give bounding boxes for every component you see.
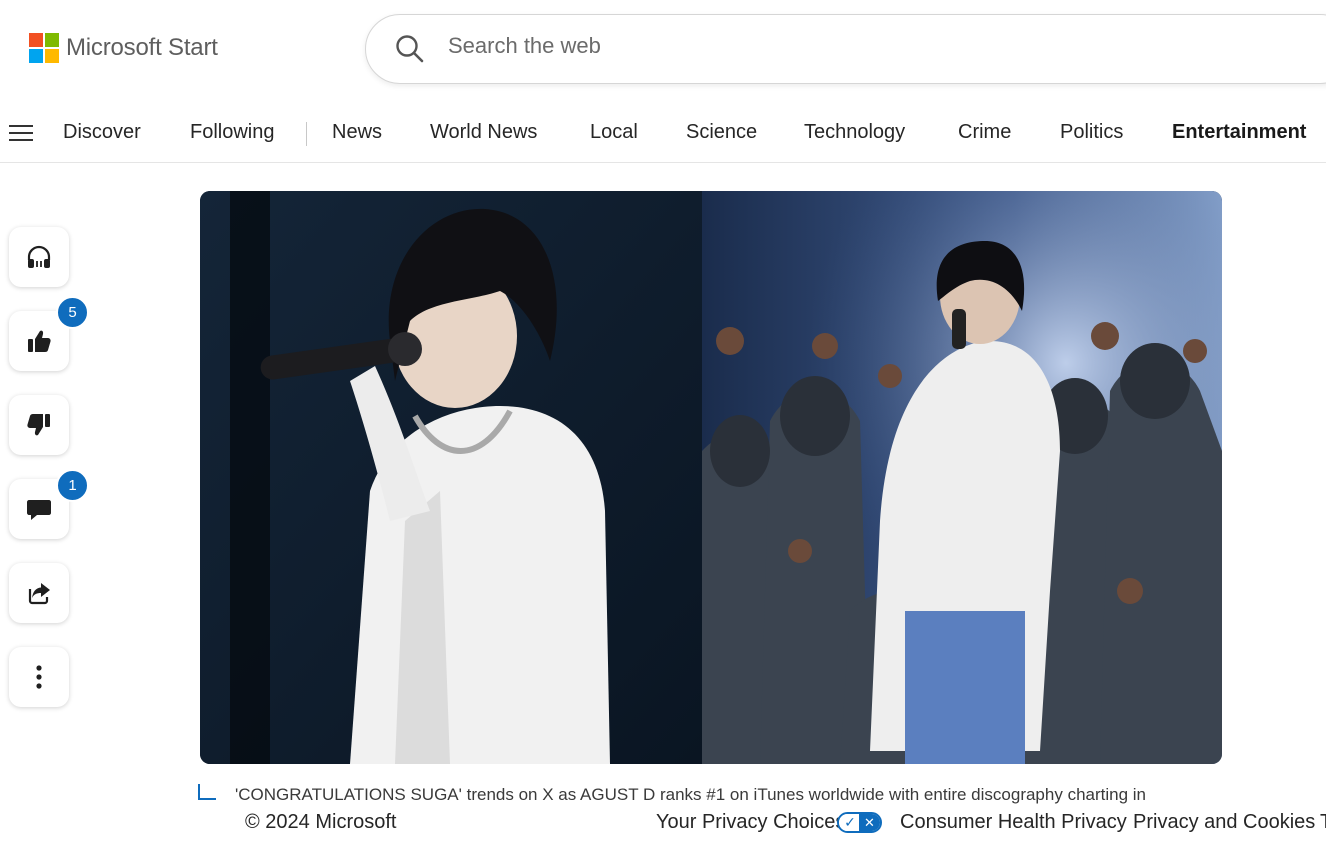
like-count-badge: 5 [56,296,89,329]
image-caption: 'CONGRATULATIONS SUGA' trends on X as AG… [198,784,1298,806]
nav-item-entertainment[interactable]: Entertainment [1172,121,1306,144]
privacy-choices-toggle-icon[interactable]: ✓ ✕ [837,812,882,833]
logo-text: Microsoft Start [66,34,218,61]
article-hero-image[interactable] [200,191,1222,764]
microsoft-start-logo[interactable]: Microsoft Start [29,33,218,63]
truncated-footer-link[interactable]: T [1320,811,1326,834]
share-button[interactable] [9,563,69,623]
nav-item-local[interactable]: Local [590,121,638,144]
thumbs-up-icon [28,330,51,352]
your-privacy-choices-link[interactable]: Your Privacy Choices [656,811,845,834]
nav-item-news[interactable]: News [332,121,382,144]
thumbs-down-icon [27,414,50,436]
comment-count-badge: 1 [56,469,89,502]
caption-text: 'CONGRATULATIONS SUGA' trends on X as AG… [235,785,1147,804]
hero-photo-collage [200,191,1222,764]
listen-button[interactable] [9,227,69,287]
more-vertical-icon [36,665,42,689]
nav-item-following[interactable]: Following [190,121,274,144]
copyright-text: © 2024 Microsoft [245,811,397,833]
nav-item-crime[interactable]: Crime [958,121,1011,144]
search-box[interactable] [365,14,1326,84]
comment-icon [27,500,51,520]
hamburger-menu-icon[interactable] [9,125,33,143]
share-icon [28,583,50,605]
consumer-health-privacy-link[interactable]: Consumer Health Privacy [900,811,1127,834]
header: Microsoft Start [0,0,1326,100]
search-icon[interactable] [394,33,426,65]
privacy-and-cookies-link[interactable]: Privacy and Cookies [1133,811,1315,834]
dislike-button[interactable] [9,395,69,455]
more-options-button[interactable] [9,647,69,707]
nav-item-world-news[interactable]: World News [430,121,537,144]
category-nav: Discover Following News World News Local… [0,105,1326,163]
nav-item-discover[interactable]: Discover [63,121,141,144]
footer: © 2024 Microsoft Your Privacy Choices ✓ … [0,806,1326,841]
nav-item-science[interactable]: Science [686,121,757,144]
caption-marker-icon [198,784,216,800]
headphones-icon [27,245,51,268]
search-input[interactable] [448,33,1048,59]
nav-divider [306,122,307,146]
microsoft-logo-icon [29,33,59,63]
nav-item-politics[interactable]: Politics [1060,121,1123,144]
nav-item-technology[interactable]: Technology [804,121,905,144]
